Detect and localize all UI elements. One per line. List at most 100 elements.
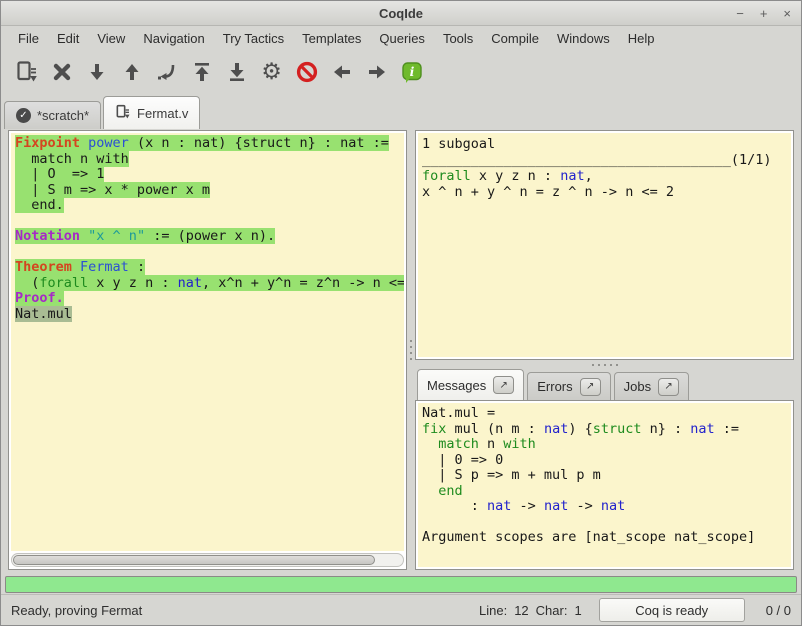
tab-fermat[interactable]: Fermat.v (103, 96, 200, 129)
check-circle-icon: ✓ (16, 108, 31, 123)
tab-scratch-label: *scratch* (37, 108, 89, 123)
vertical-splitter[interactable] (407, 130, 415, 570)
close-buffer-button[interactable] (44, 55, 79, 89)
go-to-end-button[interactable] (219, 55, 254, 89)
detach-messages-button[interactable]: ↗ (493, 376, 514, 394)
window-controls: − + × (736, 1, 791, 25)
close-button[interactable]: × (783, 7, 791, 20)
menu-edit[interactable]: Edit (48, 28, 88, 49)
horizontal-splitter[interactable] (415, 360, 794, 369)
messages-pane[interactable]: Nat.mul =fix mul (n m : nat) {struct n} … (418, 403, 791, 567)
menu-templates[interactable]: Templates (293, 28, 370, 49)
title-bar: CoqIde − + × (1, 1, 801, 26)
code-line: end. (15, 198, 404, 214)
code-line: end (422, 484, 791, 500)
restart-button[interactable] (184, 55, 219, 89)
code-line: Argument scopes are [nat_scope nat_scope… (422, 530, 791, 546)
code-line: match n with (422, 437, 791, 453)
status-right: Line: 12 Char: 1 Coq is ready 0 / 0 (479, 598, 791, 622)
code-line: | O => 1 (15, 167, 404, 183)
line-value: 12 (514, 603, 528, 618)
code-line: | S m => x * power x m (15, 183, 404, 199)
coqide-window: { "window": { "title": "CoqIde", "contro… (0, 0, 802, 626)
menu-help[interactable]: Help (619, 28, 664, 49)
code-line: fix mul (n m : nat) {struct n} : nat := (422, 422, 791, 438)
tab-messages[interactable]: Messages ↗ (417, 369, 524, 400)
editor-frame: Fixpoint power (x n : nat) {struct n} : … (8, 130, 407, 570)
menu-queries[interactable]: Queries (370, 28, 434, 49)
forward-one-button[interactable] (79, 55, 114, 89)
menu-windows[interactable]: Windows (548, 28, 619, 49)
menu-try-tactics[interactable]: Try Tactics (214, 28, 293, 49)
message-tabstrip: Messages ↗ Errors ↗ Jobs ↗ (415, 369, 794, 400)
script-editor[interactable]: Fixpoint power (x n : nat) {struct n} : … (11, 133, 404, 551)
menu-bar: FileEditViewNavigationTry TacticsTemplat… (1, 26, 801, 51)
line-label: Line: (479, 603, 507, 618)
code-line: Proof. (15, 291, 404, 307)
tab-errors[interactable]: Errors ↗ (527, 372, 610, 400)
code-line (15, 214, 404, 230)
tab-scratch[interactable]: ✓ *scratch* (4, 101, 101, 129)
toolbar: ⚙ i (1, 51, 801, 93)
scrollbar-thumb[interactable] (13, 555, 375, 565)
back-button[interactable] (324, 55, 359, 89)
code-line: ______________________________________(1… (422, 152, 791, 168)
messages-frame: Nat.mul =fix mul (n m : nat) {struct n} … (415, 400, 794, 570)
code-line: forall x y z n : nat, (422, 168, 791, 184)
save-icon (15, 60, 39, 84)
status-message: Ready, proving Fermat (11, 603, 479, 618)
code-line: | S p => m + mul p m (422, 468, 791, 484)
editor-pane: Fixpoint power (x n : nat) {struct n} : … (8, 130, 407, 570)
maximize-button[interactable]: + (760, 7, 768, 20)
code-line: Notation "x ^ n" := (power x n). (15, 229, 404, 245)
detach-icon: ↗ (664, 381, 672, 392)
tab-messages-label: Messages (427, 378, 486, 393)
about-button[interactable]: i (394, 55, 429, 89)
menu-compile[interactable]: Compile (482, 28, 548, 49)
tab-errors-label: Errors (537, 379, 572, 394)
menu-view[interactable]: View (88, 28, 134, 49)
go-to-start-icon (190, 60, 214, 84)
editor-code: Fixpoint power (x n : nat) {struct n} : … (11, 133, 404, 322)
messages-code: Nat.mul =fix mul (n m : nat) {struct n} … (418, 403, 791, 546)
menu-file[interactable]: File (9, 28, 48, 49)
code-line: (forall x y z n : nat, x^n + y^n = z^n -… (15, 276, 404, 292)
tab-fermat-label: Fermat.v (137, 106, 188, 121)
goals-code: 1 subgoal_______________________________… (418, 133, 791, 200)
interrupt-button[interactable] (289, 55, 324, 89)
code-line (15, 245, 404, 261)
preferences-button[interactable]: ⚙ (254, 55, 289, 89)
go-to-cursor-icon (155, 60, 179, 84)
document-tabstrip: ✓ *scratch* Fermat.v (1, 93, 801, 129)
right-arrow-icon (365, 60, 389, 84)
menu-tools[interactable]: Tools (434, 28, 482, 49)
svg-text:i: i (409, 64, 414, 79)
detach-jobs-button[interactable]: ↗ (658, 378, 679, 396)
detach-errors-button[interactable]: ↗ (580, 378, 601, 396)
code-line: Theorem Fermat : (15, 260, 404, 276)
main-content: Fixpoint power (x n : nat) {struct n} : … (8, 130, 794, 570)
minimize-button[interactable]: − (736, 7, 744, 20)
code-line: Nat.mul (15, 307, 404, 323)
save-button[interactable] (9, 55, 44, 89)
window-title: CoqIde (379, 6, 423, 21)
char-value: 1 (574, 603, 581, 618)
forward-button[interactable] (359, 55, 394, 89)
go-to-cursor-button[interactable] (149, 55, 184, 89)
right-column: 1 subgoal_______________________________… (415, 130, 794, 570)
tab-jobs[interactable]: Jobs ↗ (614, 372, 689, 400)
editor-horizontal-scrollbar[interactable] (11, 553, 404, 567)
char-label: Char: (536, 603, 568, 618)
close-icon (50, 60, 74, 84)
go-to-end-icon (225, 60, 249, 84)
down-arrow-icon (85, 60, 109, 84)
backward-one-button[interactable] (114, 55, 149, 89)
goals-frame: 1 subgoal_______________________________… (415, 130, 794, 360)
left-arrow-icon (330, 60, 354, 84)
up-arrow-icon (120, 60, 144, 84)
goals-pane[interactable]: 1 subgoal_______________________________… (418, 133, 791, 357)
workers-counter: 0 / 0 (766, 603, 791, 618)
menu-navigation[interactable]: Navigation (134, 28, 213, 49)
detach-icon: ↗ (500, 380, 508, 391)
info-icon: i (400, 60, 424, 84)
